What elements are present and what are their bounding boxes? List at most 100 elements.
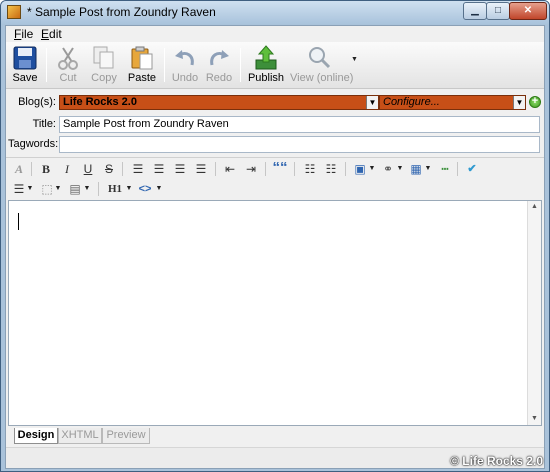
spellcheck-icon: ✔ bbox=[467, 163, 477, 175]
configure-select[interactable]: Configure... ▼ bbox=[379, 95, 526, 110]
heading-button[interactable]: H1 bbox=[106, 181, 124, 197]
minimize-button[interactable]: ▁ bbox=[463, 2, 487, 20]
plus-icon: + bbox=[531, 95, 539, 107]
tab-xhtml[interactable]: XHTML bbox=[58, 428, 102, 444]
horizontal-rule-button[interactable]: ┅ bbox=[437, 161, 453, 177]
save-button[interactable]: Save bbox=[9, 44, 41, 86]
table-icon: ▦ bbox=[410, 162, 422, 176]
toolbar-separator bbox=[164, 48, 165, 82]
publish-button[interactable]: Publish bbox=[246, 44, 286, 86]
spellcheck-button[interactable]: ✔ bbox=[463, 161, 481, 177]
align-center-button[interactable]: ☰ bbox=[151, 161, 167, 177]
main-toolbar: Save Cut Copy Paste Undo Redo Publish Vi… bbox=[6, 42, 544, 89]
undo-icon bbox=[175, 50, 194, 66]
strikethrough-button[interactable]: S bbox=[102, 161, 116, 177]
font-button[interactable]: A bbox=[12, 161, 26, 177]
numbered-list-button[interactable]: ☷ bbox=[323, 161, 339, 177]
align-right-icon: ☰ bbox=[174, 162, 186, 176]
cut-button[interactable]: Cut bbox=[52, 44, 84, 86]
horizontal-rule-icon: ┅ bbox=[441, 162, 449, 176]
paste-button[interactable]: Paste bbox=[124, 44, 160, 86]
save-icon bbox=[13, 46, 37, 70]
snippet-button[interactable]: ▤ bbox=[68, 181, 82, 197]
tab-preview[interactable]: Preview bbox=[102, 428, 150, 444]
scroll-up-icon[interactable]: ▲ bbox=[528, 201, 541, 213]
format-separator bbox=[345, 162, 346, 176]
border-button[interactable]: ⬚ bbox=[40, 181, 54, 197]
outdent-button[interactable]: ⇤ bbox=[222, 161, 238, 177]
add-blog-button[interactable]: + bbox=[529, 96, 541, 108]
menu-edit[interactable]: Edit bbox=[41, 27, 62, 41]
indent-button[interactable]: ⇥ bbox=[243, 161, 259, 177]
tab-design[interactable]: Design bbox=[14, 428, 58, 444]
outdent-icon: ⇤ bbox=[224, 162, 236, 176]
paragraph-style-button[interactable]: ☰ bbox=[12, 181, 26, 197]
chevron-down-icon: ▼ bbox=[513, 96, 525, 109]
view-online-button[interactable]: View (online) bbox=[290, 44, 353, 86]
close-button[interactable]: ✕ bbox=[509, 2, 547, 20]
format-separator bbox=[215, 162, 216, 176]
view-online-dropdown[interactable]: ▼ bbox=[351, 56, 358, 63]
insert-table-button[interactable]: ▦ bbox=[408, 161, 424, 177]
format-toolbar: A B I U S ☰ ☰ ☰ ☰ ⇤ ⇥ ““ ☷ ☷ ▣ ▼ ⚭ ▼ ▦ ▼ bbox=[6, 157, 544, 199]
maximize-button[interactable]: □ bbox=[486, 2, 510, 20]
vertical-scrollbar[interactable]: ▲ ▼ bbox=[527, 201, 541, 425]
undo-button[interactable]: Undo bbox=[170, 44, 200, 86]
code-dropdown[interactable]: ▼ bbox=[155, 181, 163, 197]
insert-table-dropdown[interactable]: ▼ bbox=[424, 161, 432, 177]
title-bar[interactable]: * Sample Post from Zoundry Raven ▁ □ ✕ bbox=[1, 1, 549, 24]
justify-icon: ☰ bbox=[195, 162, 207, 176]
underline-button[interactable]: U bbox=[81, 161, 95, 177]
app-icon bbox=[7, 5, 21, 19]
editor-tabs: Design XHTML Preview bbox=[6, 426, 544, 446]
border-icon: ⬚ bbox=[41, 182, 53, 196]
border-dropdown[interactable]: ▼ bbox=[54, 181, 62, 197]
snippet-icon: ▤ bbox=[69, 182, 81, 196]
justify-button[interactable]: ☰ bbox=[193, 161, 209, 177]
blog-select[interactable]: Life Rocks 2.0 ▼ bbox=[59, 95, 379, 110]
scissors-icon bbox=[58, 47, 78, 70]
magnifier-icon bbox=[309, 47, 331, 69]
format-separator bbox=[98, 182, 99, 196]
tagwords-field[interactable] bbox=[59, 136, 540, 153]
insert-link-button[interactable]: ⚭ bbox=[380, 161, 396, 177]
snippet-dropdown[interactable]: ▼ bbox=[83, 181, 91, 197]
image-icon: ▣ bbox=[354, 162, 366, 176]
heading-dropdown[interactable]: ▼ bbox=[125, 181, 133, 197]
bold-button[interactable]: B bbox=[39, 161, 53, 177]
format-separator bbox=[31, 162, 32, 176]
insert-image-button[interactable]: ▣ bbox=[352, 161, 368, 177]
align-right-button[interactable]: ☰ bbox=[172, 161, 188, 177]
copy-button[interactable]: Copy bbox=[87, 44, 121, 86]
client-area: File Edit Save Cut Copy Paste Undo Redo … bbox=[5, 25, 545, 469]
bulleted-list-icon: ☷ bbox=[304, 162, 316, 176]
redo-button[interactable]: Redo bbox=[204, 44, 234, 86]
align-left-button[interactable]: ☰ bbox=[130, 161, 146, 177]
text-caret bbox=[18, 213, 19, 230]
insert-link-dropdown[interactable]: ▼ bbox=[396, 161, 404, 177]
blockquote-button[interactable]: ““ bbox=[272, 160, 288, 176]
redo-icon bbox=[210, 50, 229, 66]
insert-image-dropdown[interactable]: ▼ bbox=[368, 161, 376, 177]
align-center-icon: ☰ bbox=[153, 162, 165, 176]
paragraph-icon: ☰ bbox=[13, 182, 25, 196]
chevron-down-icon: ▼ bbox=[366, 96, 378, 109]
paste-icon bbox=[131, 46, 153, 70]
tagwords-label: Tagwords: bbox=[8, 138, 59, 150]
editor-area[interactable]: ▲ ▼ bbox=[8, 200, 542, 426]
code-button[interactable]: <> bbox=[136, 181, 154, 197]
menu-bar: File Edit bbox=[6, 26, 544, 42]
italic-button[interactable]: I bbox=[60, 161, 74, 177]
toolbar-separator bbox=[46, 48, 47, 82]
maximize-icon: □ bbox=[494, 5, 502, 16]
bulleted-list-button[interactable]: ☷ bbox=[302, 161, 318, 177]
align-left-icon: ☰ bbox=[132, 162, 144, 176]
title-field[interactable]: Sample Post from Zoundry Raven bbox=[59, 116, 540, 133]
post-properties-form: Blog(s): Life Rocks 2.0 ▼ Configure... ▼… bbox=[6, 90, 544, 156]
paragraph-style-dropdown[interactable]: ▼ bbox=[26, 181, 34, 197]
copy-icon bbox=[93, 46, 114, 69]
menu-file[interactable]: File bbox=[14, 27, 33, 41]
format-separator bbox=[265, 162, 266, 176]
scroll-down-icon[interactable]: ▼ bbox=[528, 413, 541, 425]
link-icon: ⚭ bbox=[382, 162, 394, 176]
